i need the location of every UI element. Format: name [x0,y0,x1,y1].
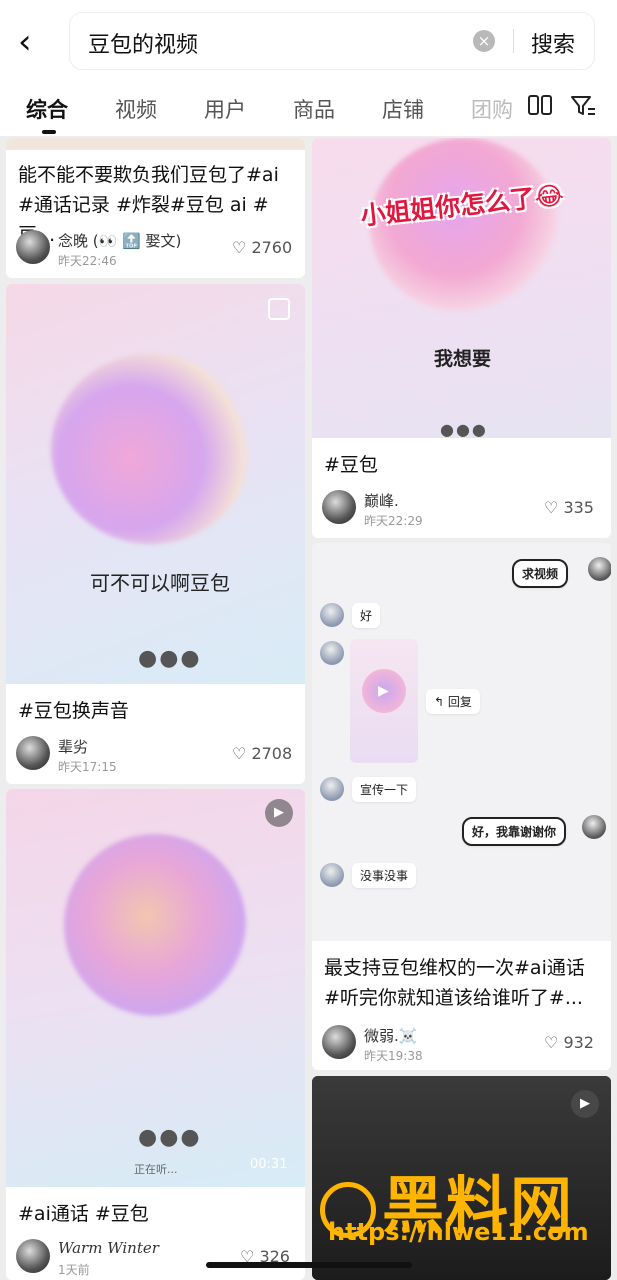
tab-comprehensive[interactable]: 综合 [26,94,68,124]
back-arrow-icon[interactable]: ‹ [18,22,54,62]
author-name[interactable]: Warm Winter [58,1239,159,1257]
video-card[interactable]: ●●● 正在听... 00:31 ▶ #ai通话 #豆包 Warm Winter… [6,789,305,1280]
play-icon[interactable]: ▶ [571,1090,599,1118]
listening-status: 正在听... [134,1163,178,1176]
avatar[interactable] [16,1239,50,1273]
like-count[interactable]: ♡ 2708 [232,744,292,763]
like-number: 335 [563,498,594,517]
chat-bubble-thanks: 好，我靠谢谢你 [462,817,567,846]
play-icon: ▶ [378,683,389,699]
author-name[interactable]: 辈劣 [58,736,88,757]
like-number: 2708 [251,744,293,763]
chat-avatar [320,777,344,801]
tab-indicator [42,130,56,134]
chat-bubble: 没事没事 [352,863,417,888]
phone-screenshot: ▶ [350,639,418,763]
card-title: 最支持豆包维权的一次#ai通话 [324,957,585,979]
video-thumbnail[interactable]: 可不可以啊豆包 ●●● [6,284,305,684]
heart-icon: ♡ [544,1033,559,1052]
card-title: #豆包 [324,454,378,476]
author-name[interactable]: 微弱.☠️ [364,1025,417,1046]
like-count[interactable]: ♡ 335 [544,498,594,517]
card-title: #ai通话 #豆包 [18,1203,149,1225]
chat-bubble-request: 求视频 [512,559,569,588]
tab-products[interactable]: 商品 [293,94,335,124]
chat-bubble: 好 [352,603,381,628]
voice-orb [51,354,251,544]
like-count[interactable]: ♡ 932 [544,1033,594,1052]
play-icon[interactable]: ▶ [265,799,293,827]
tab-group-buy[interactable]: 团购 [471,94,513,124]
video-thumbnail[interactable]: 小姐姐你怎么了😂 我想要 ●●● [312,138,611,439]
avatar[interactable] [322,1025,356,1059]
card-title: 能不能不要欺负我们豆包了#ai [18,164,279,186]
chat-avatar [582,815,606,839]
author-name[interactable]: 念晚 (👀 🔝 娶文) [58,230,181,251]
video-duration: 00:31 [250,1157,288,1172]
top-bar: ‹ 豆包的视频 × 搜索 [0,0,617,84]
video-card[interactable]: 可不可以啊豆包 ●●● #豆包换声音 辈劣 昨天17:15 ♡ 2708 [6,284,305,784]
author-name[interactable]: 巅峰. [364,490,399,511]
loading-dots-icon: ●●● [138,1125,202,1150]
search-divider [513,29,514,53]
post-time: 1天前 [58,1263,90,1277]
video-thumbnail[interactable]: 求视频 好 ▶ ↰ 回复 宣传一下 好，我靠谢谢你 没事没事 [312,543,611,941]
avatar[interactable] [322,490,356,524]
chat-avatar [588,557,611,581]
chat-avatar [320,863,344,887]
voice-orb [64,834,246,1016]
like-count[interactable]: ♡ 2760 [232,238,292,257]
tab-shops[interactable]: 店铺 [382,94,424,124]
heart-icon: ♡ [232,744,247,763]
multi-select-icon[interactable] [268,298,290,320]
like-number: 2760 [251,238,293,257]
chat-avatar [320,641,344,665]
video-caption: 我想要 [434,348,492,370]
watermark-url: https://hlwe11.com [328,1218,589,1246]
search-input[interactable]: 豆包的视频 [88,27,198,59]
filter-icon[interactable] [570,94,596,124]
tab-bar: 综合 视频 用户 商品 店铺 团购 [0,84,617,136]
avatar[interactable] [16,736,50,770]
post-time: 昨天17:15 [58,760,117,774]
video-card[interactable]: 能不能不要欺负我们豆包了#ai #通话记录 #炸裂#豆包 ai #豆... 念晚… [6,138,305,278]
heart-icon: ♡ [544,498,559,517]
card-title-line2: #听完你就知道该给谁听了#... [324,987,583,1009]
like-number: 932 [563,1033,594,1052]
avatar[interactable] [16,230,50,264]
home-indicator[interactable] [206,1262,412,1268]
reply-button: ↰ 回复 [426,689,480,714]
post-time: 昨天22:46 [58,254,117,268]
video-card[interactable]: 求视频 好 ▶ ↰ 回复 宣传一下 好，我靠谢谢你 没事没事 最支持豆包维权的一… [312,543,611,1070]
chat-avatar [320,603,344,627]
video-card[interactable]: 小姐姐你怎么了😂 我想要 ●●● #豆包 巅峰. 昨天22:29 ♡ 335 [312,138,611,538]
search-button[interactable]: 搜索 [531,27,575,59]
video-thumbnail[interactable]: ●●● 正在听... 00:31 ▶ [6,789,305,1187]
post-time: 昨天19:38 [364,1049,423,1063]
chat-bubble: 宣传一下 [352,777,417,802]
layout-toggle-icon[interactable] [528,94,552,122]
search-box[interactable]: 豆包的视频 × 搜索 [70,13,594,69]
clear-icon[interactable]: × [473,30,495,52]
reply-label: 回复 [447,695,472,709]
loading-dots-icon: ●●● [138,646,202,671]
video-caption: 可不可以啊豆包 [90,571,230,595]
tab-users[interactable]: 用户 [204,94,246,124]
heart-icon: ♡ [232,238,247,257]
video-thumbnail[interactable] [6,138,305,150]
post-time: 昨天22:29 [364,514,423,528]
card-title: #豆包换声音 [18,700,129,722]
loading-dots-icon: ●●● [440,420,488,439]
tab-video[interactable]: 视频 [115,94,157,124]
